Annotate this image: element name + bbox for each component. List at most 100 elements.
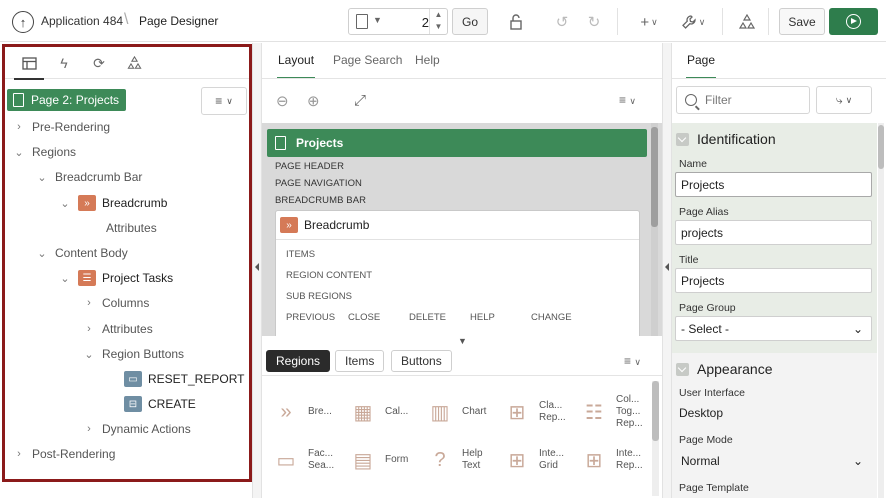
- position-close[interactable]: CLOSE: [348, 312, 380, 323]
- collapse-toggle-icon[interactable]: [676, 362, 689, 376]
- tab-page[interactable]: Page: [685, 53, 717, 79]
- gallery-item-calendar[interactable]: ▦ Cal...: [349, 394, 417, 430]
- gallery-item-interactive-report[interactable]: ⊞ Inte... Rep...: [580, 442, 648, 478]
- chevron-down-icon[interactable]: ⌄: [35, 247, 49, 260]
- left-splitter[interactable]: [252, 43, 262, 498]
- page-alias-field[interactable]: projects: [675, 220, 872, 245]
- page-region-bar[interactable]: Projects: [267, 129, 647, 157]
- run-page-button[interactable]: [829, 8, 878, 35]
- gallery-scrollbar[interactable]: [652, 381, 659, 496]
- chevron-down-icon[interactable]: ⌄: [12, 146, 26, 159]
- tree-menu-button[interactable]: ≡ ∨: [201, 87, 247, 115]
- layout-canvas[interactable]: Projects PAGE HEADER PAGE NAVIGATION BRE…: [262, 123, 662, 336]
- canvas-scrollbar[interactable]: [651, 123, 658, 336]
- breadcrumb-application[interactable]: Application 484: [41, 14, 123, 28]
- tab-shared-components[interactable]: [123, 53, 145, 73]
- tab-items[interactable]: Items: [335, 350, 385, 372]
- chevron-down-icon[interactable]: ⌄: [58, 197, 72, 210]
- position-region-content[interactable]: REGION CONTENT: [286, 270, 372, 281]
- tree-node-dynamic-actions[interactable]: › Dynamic Actions: [82, 419, 191, 439]
- collapse-toggle-icon[interactable]: [676, 132, 689, 146]
- breadcrumb-region-card[interactable]: » Breadcrumb ITEMS REGION CONTENT SUB RE…: [275, 210, 640, 336]
- page-number-stepper[interactable]: ▲ ▼: [429, 9, 447, 34]
- page-node[interactable]: Page 2: Projects: [7, 89, 127, 111]
- go-button[interactable]: Go: [452, 8, 488, 35]
- position-page-navigation[interactable]: PAGE NAVIGATION: [275, 178, 362, 189]
- tree-node-pre-rendering[interactable]: › Pre-Rendering: [12, 117, 110, 137]
- gallery-item-help-text[interactable]: ? Help Text: [426, 442, 494, 478]
- property-scrollbar[interactable]: [878, 123, 884, 498]
- group-header-appearance[interactable]: Appearance: [676, 358, 773, 380]
- canvas-resize-handle[interactable]: ▼: [458, 336, 467, 346]
- chevron-right-icon[interactable]: ›: [82, 423, 96, 435]
- tab-rendering[interactable]: [14, 53, 44, 80]
- tab-regions[interactable]: Regions: [266, 350, 331, 372]
- position-page-header[interactable]: PAGE HEADER: [275, 161, 344, 172]
- tab-page-search[interactable]: Page Search: [333, 53, 402, 67]
- redo-icon[interactable]: ↻: [583, 11, 605, 33]
- right-splitter[interactable]: [662, 43, 672, 498]
- title-field[interactable]: Projects: [675, 268, 872, 293]
- position-previous[interactable]: PREVIOUS: [286, 312, 335, 323]
- tree-node-create[interactable]: ⊟ CREATE: [124, 394, 196, 414]
- tab-processing[interactable]: ⟳: [88, 53, 110, 73]
- tree-node-post-rendering[interactable]: › Post-Rendering: [12, 444, 115, 464]
- tree-node-content-body[interactable]: ⌄ Content Body: [35, 243, 127, 263]
- tab-dynamic-actions[interactable]: ϟ: [53, 53, 75, 73]
- position-help[interactable]: HELP: [470, 312, 495, 323]
- page-mode-select[interactable]: Normal ⌄: [675, 448, 872, 473]
- expand-icon[interactable]: ⤢: [354, 92, 366, 109]
- up-arrow-icon[interactable]: ↑: [12, 11, 34, 33]
- chevron-right-icon[interactable]: ›: [82, 297, 96, 309]
- tree-node-attributes[interactable]: › Attributes: [82, 319, 153, 339]
- chevron-down-icon[interactable]: ⌄: [58, 272, 72, 285]
- tab-layout[interactable]: Layout: [276, 53, 316, 79]
- gallery-item-form[interactable]: ▤ Form: [349, 442, 417, 478]
- tree-node-reset-report[interactable]: ▭ RESET_REPORT: [124, 369, 244, 389]
- group-header-identification[interactable]: Identification: [676, 128, 776, 150]
- gallery-item-breadcrumb[interactable]: » Bre...: [272, 394, 340, 430]
- zoom-out-icon[interactable]: ⊖: [276, 92, 289, 110]
- layout-menu-button[interactable]: ≡ ∨: [619, 93, 636, 107]
- filter-field[interactable]: [676, 86, 810, 114]
- tree-node-columns[interactable]: › Columns: [82, 293, 149, 313]
- gallery-item-faceted-search[interactable]: ▭ Fac... Sea...: [272, 442, 340, 478]
- page-group-select[interactable]: - Select - ⌄: [675, 316, 872, 341]
- tree-node-breadcrumb-bar[interactable]: ⌄ Breadcrumb Bar: [35, 167, 142, 187]
- page-selector[interactable]: ▼ ▲▼: [348, 8, 448, 35]
- create-menu-icon[interactable]: + ∨: [634, 11, 664, 33]
- chevron-right-icon[interactable]: ›: [82, 323, 96, 335]
- chevron-down-icon[interactable]: ▼: [373, 15, 382, 25]
- name-field[interactable]: Projects: [675, 172, 872, 197]
- go-to-group-button[interactable]: ⤷ ∨: [816, 86, 872, 114]
- position-items[interactable]: ITEMS: [286, 249, 315, 260]
- chevron-down-icon[interactable]: ⌄: [35, 171, 49, 184]
- position-delete[interactable]: DELETE: [409, 312, 446, 323]
- gallery-item-classic-report[interactable]: ⊞ Cla... Rep...: [503, 394, 571, 430]
- chevron-right-icon[interactable]: ›: [12, 121, 26, 133]
- gallery-item-interactive-grid[interactable]: ⊞ Inte... Grid: [503, 442, 571, 478]
- filter-input[interactable]: [705, 93, 805, 107]
- chevron-down-icon[interactable]: ⌄: [82, 348, 96, 361]
- position-change[interactable]: CHANGE: [531, 312, 572, 323]
- zoom-in-icon[interactable]: ⊕: [307, 92, 320, 110]
- tab-buttons[interactable]: Buttons: [391, 350, 452, 372]
- tree-node-project-tasks[interactable]: ⌄ ☰ Project Tasks: [58, 268, 173, 288]
- tree-node-region-buttons[interactable]: ⌄ Region Buttons: [82, 344, 184, 364]
- gallery-item-column-toggle-report[interactable]: ☷ Col... Tog... Rep...: [580, 394, 648, 430]
- utilities-wrench-icon[interactable]: ∨: [676, 11, 710, 33]
- tree-node-breadcrumb[interactable]: ⌄ » Breadcrumb: [58, 193, 167, 213]
- gallery-item-chart[interactable]: ▥ Chart: [426, 394, 494, 430]
- gallery-menu-button[interactable]: ≡ ∨: [624, 354, 641, 368]
- lock-icon[interactable]: [506, 11, 528, 33]
- position-breadcrumb-bar[interactable]: BREADCRUMB BAR: [275, 195, 366, 206]
- chevron-right-icon[interactable]: ›: [12, 448, 26, 460]
- tab-help[interactable]: Help: [415, 53, 440, 67]
- shared-components-icon[interactable]: [736, 11, 758, 33]
- position-sub-regions[interactable]: SUB REGIONS: [286, 291, 352, 302]
- save-button[interactable]: Save: [779, 8, 825, 35]
- undo-icon[interactable]: ↺: [551, 11, 573, 33]
- tree-node-regions[interactable]: ⌄ Regions: [12, 142, 76, 162]
- tree-node-breadcrumb-attributes[interactable]: Attributes: [106, 218, 157, 238]
- page-number-input[interactable]: [389, 13, 429, 31]
